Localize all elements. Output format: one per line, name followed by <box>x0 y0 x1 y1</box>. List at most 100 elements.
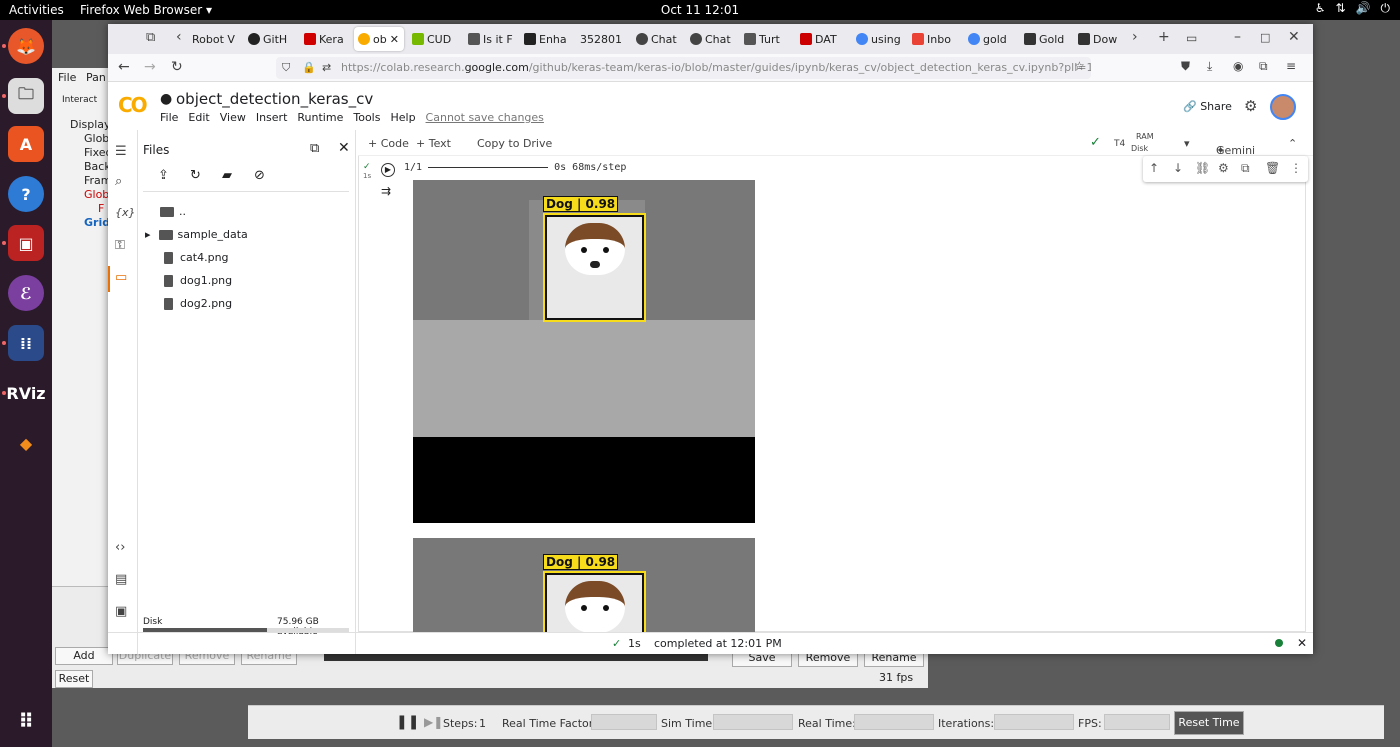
move-up-icon[interactable]: ↑ <box>1149 161 1159 175</box>
url-bar[interactable]: https://colab.research.google.com/github… <box>276 57 1091 79</box>
emacs-icon[interactable]: ℰ <box>8 275 44 311</box>
permissions-icon[interactable]: ⇄ <box>322 61 331 74</box>
minimize-icon[interactable]: – <box>1234 29 1241 45</box>
gazebo-menu-panels[interactable]: Pan <box>86 71 106 84</box>
files-folder-icon[interactable]: ▭ <box>115 270 127 285</box>
show-apps-icon[interactable]: ⠿ <box>8 703 44 739</box>
bookmark-star-icon[interactable]: ☆ <box>1074 59 1085 73</box>
mount-drive-icon[interactable]: ▰ <box>222 168 232 183</box>
gpu-label[interactable]: T4 <box>1114 139 1125 149</box>
menu-tools[interactable]: Tools <box>353 111 380 124</box>
menu-icon[interactable]: ≡ <box>1286 59 1296 73</box>
add-button[interactable]: Add <box>55 647 113 665</box>
gazebo-interact-button[interactable]: Interact <box>62 95 97 105</box>
copy-to-drive-button[interactable]: Copy to Drive <box>477 137 552 150</box>
activities-button[interactable]: Activities <box>9 3 64 17</box>
tab-10[interactable]: Turt <box>744 27 788 51</box>
open-in-tab-icon[interactable]: ⧉ <box>310 141 319 156</box>
secrets-key-icon[interactable]: ⚿ <box>115 238 125 253</box>
command-palette-icon[interactable]: ▤ <box>115 572 127 587</box>
list-item[interactable]: dog2.png <box>164 297 232 310</box>
list-tabs-icon[interactable]: ▭ <box>1186 31 1197 45</box>
tab-scroll-left-icon[interactable]: ‹ <box>176 29 182 45</box>
variables-icon[interactable]: {x} <box>115 206 136 219</box>
power-icon[interactable]: ⏻ <box>1381 1 1391 16</box>
tab-15[interactable]: Gold <box>1024 27 1070 51</box>
search-icon[interactable]: ⌕ <box>115 174 122 189</box>
notebook-title[interactable]: object_detection_keras_cv <box>176 90 373 108</box>
tab-14[interactable]: gold <box>968 27 1014 51</box>
tab-16[interactable]: Dow <box>1078 27 1124 51</box>
system-tray[interactable]: ♿ ⇅ 🔊 ⏻ <box>1315 1 1390 16</box>
lock-icon[interactable]: 🔒 <box>302 61 316 74</box>
network-icon[interactable]: ⇅ <box>1335 1 1345 16</box>
link-cell-icon[interactable]: ⛓ <box>1195 161 1210 175</box>
menu-help[interactable]: Help <box>390 111 415 124</box>
menu-file[interactable]: File <box>160 111 178 124</box>
close-status-icon[interactable]: ✕ <box>1297 636 1307 650</box>
share-button[interactable]: 🔗 Share <box>1183 100 1232 113</box>
tab-5[interactable]: Is it F <box>468 27 514 51</box>
downloads-icon[interactable]: ⤓ <box>1207 59 1212 74</box>
upload-icon[interactable]: ⇪ <box>158 168 169 183</box>
accessibility-icon[interactable]: ♿ <box>1315 1 1326 16</box>
tree-item[interactable]: Glob <box>84 132 109 145</box>
cannot-save-link[interactable]: Cannot save changes <box>426 111 544 124</box>
shield-icon[interactable]: ⛉ <box>282 61 290 75</box>
menu-edit[interactable]: Edit <box>188 111 209 124</box>
run-cell-button[interactable]: ▶ <box>381 163 395 177</box>
tab-7[interactable]: 352801 <box>580 27 624 51</box>
refresh-icon[interactable]: ↻ <box>190 168 201 183</box>
tab-3-active[interactable]: ob ✕ <box>354 27 404 51</box>
output-toggle-icon[interactable]: ⇉ <box>381 184 391 198</box>
cell-settings-icon[interactable]: ⚙ <box>1218 161 1229 175</box>
terminal-icon[interactable]: ▣ <box>8 225 44 261</box>
add-code-button[interactable]: + Code <box>368 137 409 150</box>
tab-12[interactable]: using <box>856 27 902 51</box>
tree-item[interactable]: F <box>98 202 104 215</box>
firefox-icon[interactable]: 🦊 <box>8 28 44 64</box>
gazebo-menu-file[interactable]: File <box>58 71 76 84</box>
reload-icon[interactable]: ↻ <box>171 59 183 75</box>
tree-item[interactable]: Back <box>84 160 111 173</box>
maximize-icon[interactable]: □ <box>1260 31 1270 44</box>
menu-insert[interactable]: Insert <box>256 111 288 124</box>
menu-runtime[interactable]: Runtime <box>297 111 343 124</box>
gazebo-icon[interactable]: ◆ <box>8 425 44 461</box>
reset-button[interactable]: Reset <box>55 670 93 688</box>
tab-1[interactable]: GitH <box>248 27 296 51</box>
help-icon[interactable]: ? <box>8 176 44 212</box>
delete-cell-icon[interactable]: 🗑 <box>1265 161 1280 175</box>
account-icon[interactable]: ◉ <box>1233 59 1243 73</box>
list-item[interactable]: dog1.png <box>164 274 232 287</box>
avatar[interactable] <box>1270 94 1296 120</box>
status-completed[interactable]: completed at 12:01 PM <box>654 637 782 650</box>
pocket-icon[interactable]: ⛊ <box>1181 59 1190 74</box>
colab-logo-icon[interactable]: CO <box>118 93 148 117</box>
tab-6[interactable]: Enha <box>524 27 570 51</box>
toc-icon[interactable]: ☰ <box>115 144 127 159</box>
expand-arrow-icon[interactable]: ▸ <box>145 228 151 241</box>
extensions-icon[interactable]: ⧉ <box>1259 59 1268 74</box>
close-tab-icon[interactable]: ✕ <box>390 33 399 46</box>
reset-time-button[interactable]: Reset Time <box>1174 711 1244 735</box>
back-icon[interactable]: ← <box>118 59 130 75</box>
runtime-dropdown-icon[interactable]: ▾ <box>1184 137 1190 150</box>
terminal-icon[interactable]: ▣ <box>115 604 127 619</box>
app-menu[interactable]: Firefox Web Browser ▾ <box>80 3 212 17</box>
settings-gear-icon[interactable]: ⚙ <box>1244 97 1257 115</box>
volume-icon[interactable]: 🔊 <box>1356 1 1371 16</box>
pause-icon[interactable]: ❚❚ <box>396 714 419 730</box>
close-window-icon[interactable]: ✕ <box>1288 29 1300 45</box>
tab-9[interactable]: Chat <box>690 27 734 51</box>
apps-grid-icon[interactable]: ⁞⁞ <box>8 325 44 361</box>
mirror-cell-icon[interactable]: ⧉ <box>1241 161 1250 176</box>
steps-value[interactable]: 1 <box>479 717 486 730</box>
files-icon[interactable]: 🗀 <box>8 78 44 114</box>
forward-icon[interactable]: → <box>144 59 156 75</box>
collapse-header-icon[interactable]: ⌃ <box>1288 137 1297 150</box>
tab-4[interactable]: CUD <box>412 27 458 51</box>
hide-files-icon[interactable]: ⊘ <box>254 168 265 183</box>
software-center-icon[interactable]: A <box>8 126 44 162</box>
tab-13[interactable]: Inbo <box>912 27 958 51</box>
